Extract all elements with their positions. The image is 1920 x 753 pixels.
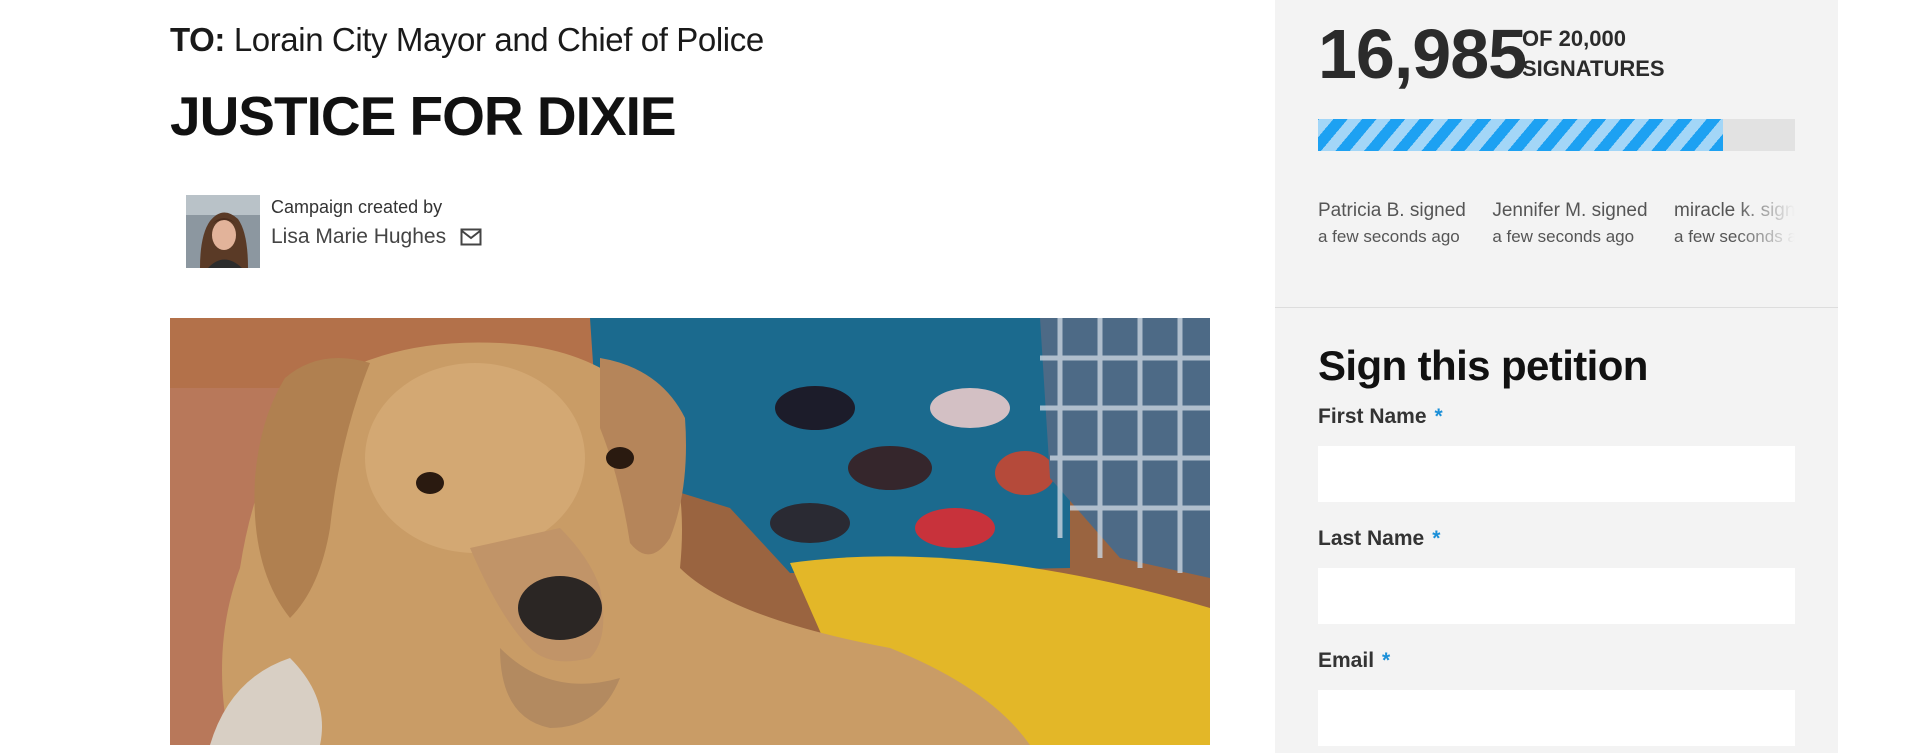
signer-name: Patricia B. signed bbox=[1318, 200, 1466, 221]
sign-petition-form: Sign this petition First Name * Last Name… bbox=[1318, 340, 1795, 746]
signer-time: a few seconds ago bbox=[1318, 227, 1460, 246]
petition-target: TO: Lorain City Mayor and Chief of Polic… bbox=[170, 20, 764, 60]
campaign-creator: Campaign created by Lisa Marie Hughes bbox=[186, 195, 506, 269]
email-label-text: Email bbox=[1318, 649, 1375, 672]
recent-signer: Patricia B. signed a few seconds ago bbox=[1318, 198, 1466, 250]
email-label: Email * bbox=[1318, 648, 1390, 674]
signature-progress-bar bbox=[1318, 119, 1795, 151]
last-name-label: Last Name * bbox=[1318, 526, 1440, 552]
first-name-field[interactable] bbox=[1318, 446, 1795, 502]
recent-signers: Patricia B. signed a few seconds ago Jen… bbox=[1318, 198, 1795, 258]
recent-signer: Jennifer M. signed a few seconds ago bbox=[1492, 198, 1647, 250]
petition-sidebar: 16,985 OF 20,000 SIGNATURES Patricia B. … bbox=[1275, 0, 1838, 753]
required-marker: * bbox=[1434, 405, 1443, 428]
signature-stats: 16,985 OF 20,000 SIGNATURES Patricia B. … bbox=[1275, 0, 1838, 308]
mail-icon[interactable] bbox=[460, 228, 482, 246]
email-field[interactable] bbox=[1318, 690, 1795, 746]
dog-photo bbox=[170, 318, 1210, 745]
signer-name: Jennifer M. signed bbox=[1492, 200, 1648, 221]
form-title: Sign this petition bbox=[1318, 342, 1648, 389]
signatures-label: SIGNATURES bbox=[1522, 56, 1665, 81]
signature-progress-fill bbox=[1318, 119, 1724, 151]
signer-time: a few seconds ago bbox=[1492, 227, 1635, 246]
target-prefix: TO: bbox=[170, 21, 226, 58]
creator-avatar[interactable] bbox=[186, 195, 260, 268]
creator-avatar-image bbox=[186, 195, 260, 268]
creator-caption: Campaign created by bbox=[271, 197, 443, 217]
first-name-label: First Name * bbox=[1318, 404, 1443, 430]
creator-name[interactable]: Lisa Marie Hughes bbox=[271, 223, 446, 251]
signature-goal: OF 20,000 bbox=[1522, 26, 1626, 51]
petition-hero-image bbox=[170, 318, 1210, 745]
signers-fade bbox=[1735, 198, 1795, 258]
required-marker: * bbox=[1432, 527, 1441, 550]
last-name-label-text: Last Name bbox=[1318, 527, 1425, 550]
signature-count: 16,985 bbox=[1318, 15, 1527, 93]
target-name: Lorain City Mayor and Chief of Police bbox=[233, 21, 764, 58]
last-name-field[interactable] bbox=[1318, 568, 1795, 624]
first-name-label-text: First Name bbox=[1318, 405, 1427, 428]
required-marker: * bbox=[1382, 649, 1391, 672]
page-title: JUSTICE FOR DIXIE bbox=[170, 85, 677, 147]
